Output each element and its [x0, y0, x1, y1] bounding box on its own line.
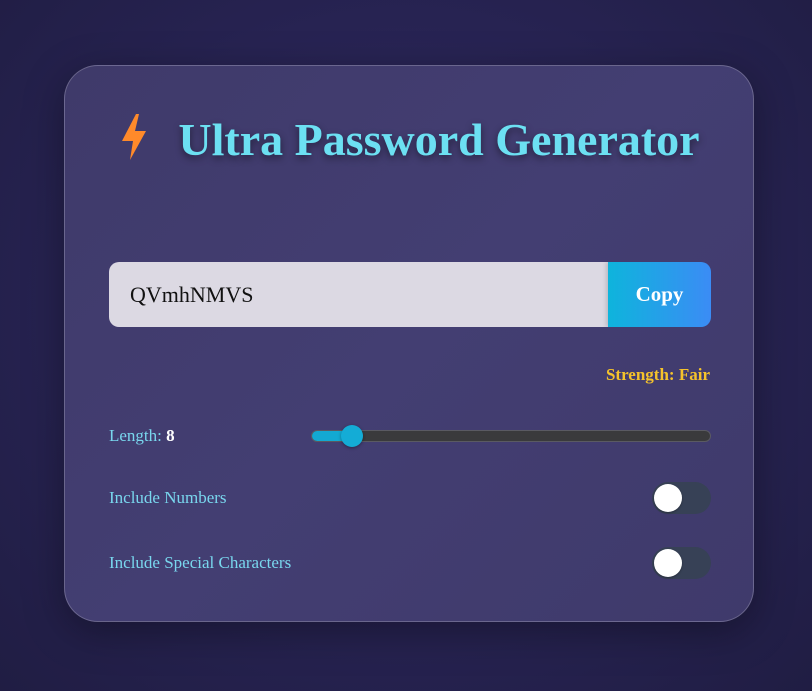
include-numbers-toggle[interactable]	[652, 482, 711, 514]
length-label: Length: 8	[109, 426, 175, 446]
generator-card: Ultra Password Generator Copy Strength: …	[64, 65, 754, 622]
include-numbers-label: Include Numbers	[109, 488, 227, 507]
length-slider[interactable]	[311, 425, 711, 447]
include-special-toggle-knob	[654, 549, 682, 577]
password-row: Copy	[109, 262, 711, 327]
length-value: 8	[166, 426, 175, 445]
length-label-text: Length:	[109, 426, 167, 445]
include-special-label: Include Special Characters	[109, 553, 292, 572]
lightning-bolt-icon	[122, 114, 147, 160]
strength-indicator: Strength: Fair	[605, 365, 710, 384]
app-title-text: Ultra Password Generator	[178, 114, 700, 165]
password-output[interactable]	[109, 262, 608, 327]
length-slider-thumb[interactable]	[340, 425, 363, 447]
page-title: Ultra Password Generator	[65, 112, 755, 167]
include-numbers-toggle-knob	[654, 484, 682, 512]
copy-button[interactable]: Copy	[608, 262, 711, 327]
include-special-toggle[interactable]	[652, 547, 711, 579]
